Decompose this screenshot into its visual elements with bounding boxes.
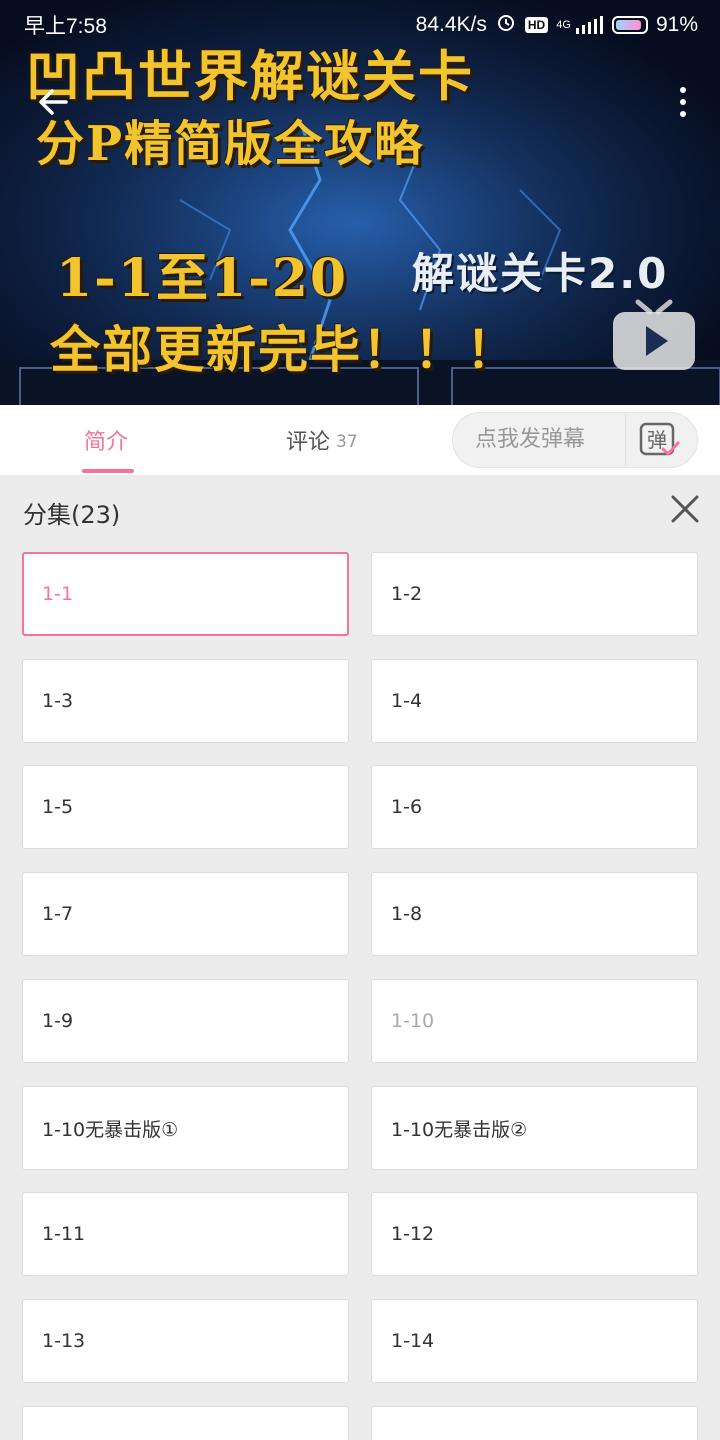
episode-label: 1-6	[391, 796, 423, 818]
episode-label: 1-7	[42, 903, 74, 925]
battery-level	[615, 20, 642, 30]
video-overlay-line4: 全部更新完毕！！！	[50, 320, 518, 379]
episode-label: 1-10无暴击版①	[42, 1118, 179, 1141]
episode-item[interactable]: 1-13	[22, 1299, 349, 1383]
tab-active-indicator	[82, 469, 134, 473]
battery-icon	[611, 16, 648, 34]
danmaku-toggle-icon[interactable]: 弹	[637, 419, 681, 461]
status-time: 早上7:58	[24, 15, 107, 38]
tab-intro-label: 简介	[84, 430, 129, 455]
episode-panel-title: 分集(23)	[23, 501, 121, 529]
episode-item[interactable]: 1-10无暴击版①	[22, 1086, 349, 1170]
back-arrow-icon[interactable]	[34, 82, 74, 122]
tab-comments[interactable]: 评论 37	[286, 405, 358, 475]
episode-label: 1-10无暴击版②	[391, 1118, 528, 1141]
episode-label: 1-9	[42, 1010, 74, 1032]
signal-icon: 4G	[556, 16, 604, 34]
episode-item[interactable]: 1-12	[371, 1192, 698, 1276]
episode-item[interactable]: 1-10无暴击版②	[371, 1086, 698, 1170]
episode-item[interactable]: 1-8	[371, 872, 698, 956]
episode-item[interactable]: 1-3	[22, 659, 349, 743]
tab-bar: 简介 评论 37 点我发弹幕 弹	[0, 405, 720, 475]
video-player[interactable]: 早上7:58 84.4K/s HD 4G 91% 凹凸世界解谜关卡 分P精简版全…	[0, 0, 720, 405]
tv-play-icon[interactable]	[610, 298, 698, 376]
comments-count: 37	[336, 432, 358, 452]
episode-label: 1-13	[42, 1330, 86, 1352]
video-overlay-line3: 1-1至1-20	[56, 248, 349, 309]
signal-label: 4G	[556, 18, 571, 31]
episode-label: 1-14	[391, 1330, 435, 1352]
danmaku-placeholder: 点我发弹幕	[475, 427, 586, 452]
alarm-clock-icon	[495, 11, 517, 39]
episode-item[interactable]	[22, 1406, 349, 1440]
episode-item[interactable]: 1-6	[371, 765, 698, 849]
episode-item[interactable]: 1-5	[22, 765, 349, 849]
episode-label: 1-2	[391, 583, 423, 605]
episode-item[interactable]: 1-11	[22, 1192, 349, 1276]
episode-item[interactable]: 1-9	[22, 979, 349, 1063]
network-speed: 84.4K/s	[415, 13, 487, 36]
video-overlay-badge: 解谜关卡2.0	[412, 249, 669, 298]
episode-item[interactable]: 1-14	[371, 1299, 698, 1383]
tab-comments-label: 评论	[286, 430, 331, 455]
status-indicators: 84.4K/s HD 4G 91%	[416, 11, 698, 39]
episode-panel-header: 分集(23)	[0, 475, 720, 547]
danmaku-divider	[625, 413, 626, 467]
episode-item[interactable]: 1-4	[371, 659, 698, 743]
tab-intro[interactable]: 简介	[84, 405, 128, 475]
episode-item[interactable]: 1-7	[22, 872, 349, 956]
more-vertical-icon[interactable]	[668, 82, 698, 122]
episode-item[interactable]	[371, 1406, 698, 1440]
battery-percent: 91%	[655, 13, 698, 36]
episode-item[interactable]: 1-1	[22, 552, 349, 636]
episode-item[interactable]: 1-10	[371, 979, 698, 1063]
episode-label: 1-1	[42, 583, 74, 605]
episode-label: 1-8	[391, 903, 423, 925]
hd-badge: HD	[524, 17, 549, 33]
episode-label: 1-12	[391, 1223, 435, 1245]
episode-label: 1-10	[391, 1010, 435, 1032]
status-bar: 早上7:58 84.4K/s HD 4G 91%	[0, 0, 720, 50]
video-overlay-line2: 分P精简版全攻略	[36, 116, 425, 172]
episode-label: 1-5	[42, 796, 74, 818]
close-icon[interactable]	[668, 492, 702, 526]
danmaku-input[interactable]: 点我发弹幕 弹	[452, 412, 698, 468]
episode-item[interactable]: 1-2	[371, 552, 698, 636]
episode-label: 1-3	[42, 690, 74, 712]
episode-label: 1-4	[391, 690, 423, 712]
episode-label: 1-11	[42, 1223, 86, 1245]
